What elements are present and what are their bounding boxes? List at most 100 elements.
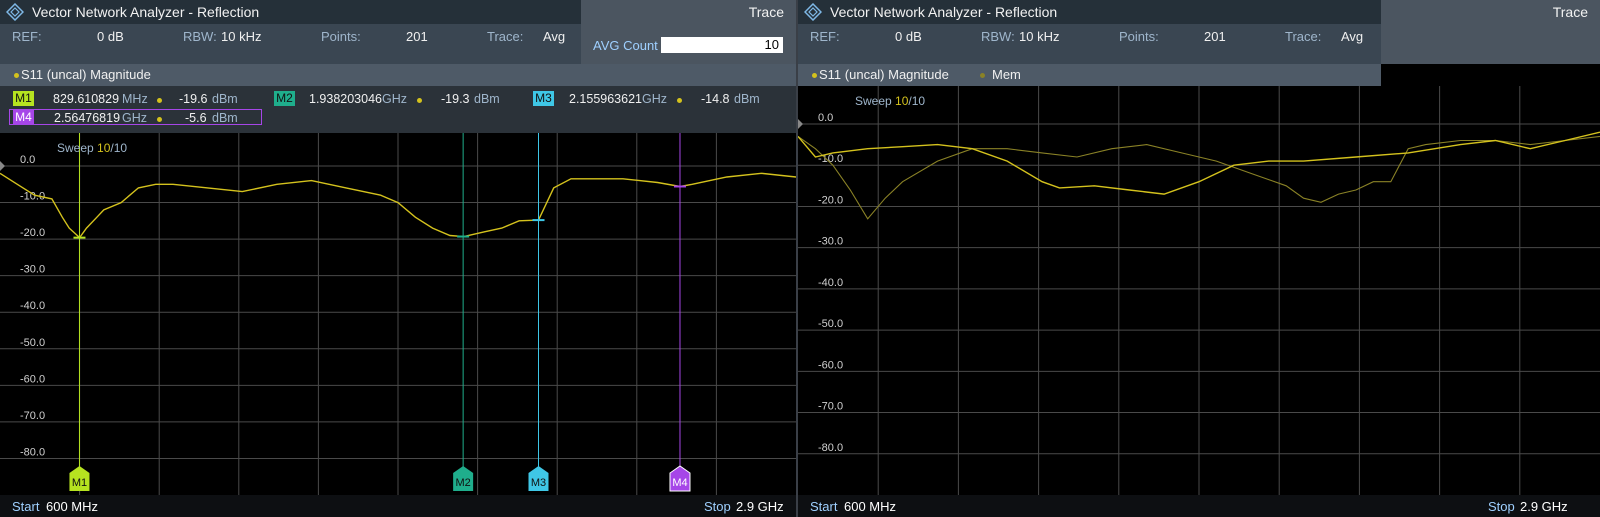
marker-level-unit: dBm — [212, 111, 238, 125]
marker-freq-unit: GHz — [122, 111, 147, 125]
frequency-footer: Start 600 MHz Stop 2.9 GHz — [798, 495, 1600, 517]
trace-softkey-tab[interactable]: Trace AVG Count 10 — [581, 0, 796, 64]
points-label: Points: — [321, 29, 361, 44]
left-trace-plot[interactable]: 0.0-10.0-20.0-30.0-40.0-50.0-60.0-70.0-8… — [0, 133, 796, 495]
sweep-total: /10 — [908, 94, 926, 108]
sweep-label: Sweep — [57, 141, 94, 155]
trace-mode-label: Trace: — [1285, 29, 1322, 44]
stop-label: Stop — [704, 499, 731, 514]
y-tick-label: -20.0 — [20, 227, 45, 239]
trace-legend-bar: S11 (uncal) Magnitude Mem — [798, 64, 1381, 86]
avg-count-input[interactable]: 10 — [661, 37, 783, 53]
y-tick-label: 0.0 — [818, 112, 833, 124]
marker-flag-m4: M4 — [669, 465, 691, 492]
trace-tab-label: Trace — [748, 4, 784, 20]
y-tick-label: -80.0 — [818, 442, 843, 454]
trace-mode-value[interactable]: Avg — [543, 29, 565, 44]
rbw-value[interactable]: 10 kHz — [221, 29, 261, 44]
marker-level-unit: dBm — [474, 92, 500, 106]
window-title: Vector Network Analyzer - Reflection — [32, 4, 260, 20]
sweep-current: 10 — [895, 94, 909, 108]
marker-tag-m3[interactable]: M3 — [533, 91, 554, 106]
trace-tab-label: Trace — [1552, 4, 1588, 20]
stop-value[interactable]: 2.9 GHz — [1520, 499, 1568, 514]
ref-label: REF: — [12, 29, 42, 44]
start-label: Start — [12, 499, 40, 514]
mem-trace-name[interactable]: Mem — [992, 67, 1021, 82]
ref-label: REF: — [810, 29, 840, 44]
marker-level-unit: dBm — [212, 92, 238, 106]
marker-level: -5.6 — [185, 111, 207, 125]
y-tick-label: -50.0 — [818, 318, 843, 330]
y-tick-label: -60.0 — [818, 359, 843, 371]
trace-mode-label: Trace: — [487, 29, 524, 44]
trace-softkey-tab[interactable]: Trace — [1381, 0, 1600, 64]
marker-freq-unit: MHz — [122, 92, 148, 106]
points-label: Points: — [1119, 29, 1159, 44]
points-value[interactable]: 201 — [1204, 29, 1226, 44]
marker-flag-label: M1 — [72, 477, 87, 489]
reference-level-arrow-icon — [0, 161, 5, 171]
window-title: Vector Network Analyzer - Reflection — [830, 4, 1058, 20]
y-tick-label: -20.0 — [818, 194, 843, 206]
marker-tag-m2[interactable]: M2 — [274, 91, 295, 106]
marker-flag-label: M2 — [455, 477, 470, 489]
marker-freq-unit: GHz — [382, 92, 407, 106]
marker-flag-m2: M2 — [453, 466, 474, 491]
marker-flag-label: M4 — [672, 477, 687, 489]
sweep-total: /10 — [110, 141, 128, 155]
marker-trace-dot — [157, 117, 162, 122]
rbw-label: RBW: — [981, 29, 1015, 44]
marker-level: -19.3 — [441, 92, 470, 106]
trace-name[interactable]: S11 (uncal) Magnitude — [21, 67, 151, 82]
y-tick-label: -40.0 — [20, 300, 45, 312]
trace-name[interactable]: S11 (uncal) Magnitude — [819, 67, 949, 82]
marker-freq: 1.938203046 — [309, 92, 382, 106]
marker-trace-dot — [677, 98, 682, 103]
points-value[interactable]: 201 — [406, 29, 428, 44]
ref-value[interactable]: 0 dB — [895, 29, 922, 44]
marker-flag-m1: M1 — [69, 466, 90, 491]
marker-freq: 2.56476819 — [54, 111, 121, 125]
y-tick-label: -60.0 — [20, 373, 45, 385]
marker-trace-dot — [157, 98, 162, 103]
marker-level-unit: dBm — [734, 92, 760, 106]
rohde-schwarz-logo-icon — [804, 3, 822, 21]
y-tick-label: -80.0 — [20, 446, 45, 458]
start-value[interactable]: 600 MHz — [844, 499, 896, 514]
stop-value[interactable]: 2.9 GHz — [736, 499, 784, 514]
sweep-current: 10 — [97, 141, 111, 155]
y-tick-label: -70.0 — [818, 401, 843, 413]
marker-level: -14.8 — [701, 92, 730, 106]
start-value[interactable]: 600 MHz — [46, 499, 98, 514]
stop-label: Stop — [1488, 499, 1515, 514]
rbw-label: RBW: — [183, 29, 217, 44]
trace-legend-bar: S11 (uncal) Magnitude — [0, 64, 796, 86]
reference-level-arrow-icon — [798, 119, 803, 129]
marker-table: M1 829.610829 MHz -19.6 dBm M2 1.9382030… — [0, 86, 796, 133]
marker-flag-m3: M3 — [528, 466, 549, 491]
marker-tag-m1[interactable]: M1 — [13, 91, 34, 106]
y-tick-label: -70.0 — [20, 410, 45, 422]
marker-tag-m4[interactable]: M4 — [13, 110, 34, 125]
sweep-counter: Sweep 10/10 — [57, 141, 127, 155]
right-analyzer-window: Vector Network Analyzer - Reflection Tra… — [798, 0, 1600, 517]
trace-color-dot — [812, 73, 817, 78]
y-tick-label: -40.0 — [818, 277, 843, 289]
left-analyzer-window: Vector Network Analyzer - Reflection Tra… — [0, 0, 796, 517]
rbw-value[interactable]: 10 kHz — [1019, 29, 1059, 44]
y-tick-label: -30.0 — [20, 264, 45, 276]
y-tick-label: -30.0 — [818, 236, 843, 248]
y-tick-label: 0.0 — [20, 154, 35, 166]
trace-mode-value[interactable]: Avg — [1341, 29, 1363, 44]
sweep-label: Sweep — [855, 94, 892, 108]
marker-flag-label: M3 — [531, 477, 546, 489]
frequency-footer: Start 600 MHz Stop 2.9 GHz — [0, 495, 796, 517]
sweep-counter: Sweep 10/10 — [855, 94, 925, 108]
start-label: Start — [810, 499, 838, 514]
avg-count-label: AVG Count — [593, 38, 658, 53]
marker-level: -19.6 — [179, 92, 208, 106]
y-tick-label: -50.0 — [20, 337, 45, 349]
right-trace-plot[interactable]: 0.0-10.0-20.0-30.0-40.0-50.0-60.0-70.0-8… — [798, 86, 1600, 495]
ref-value[interactable]: 0 dB — [97, 29, 124, 44]
